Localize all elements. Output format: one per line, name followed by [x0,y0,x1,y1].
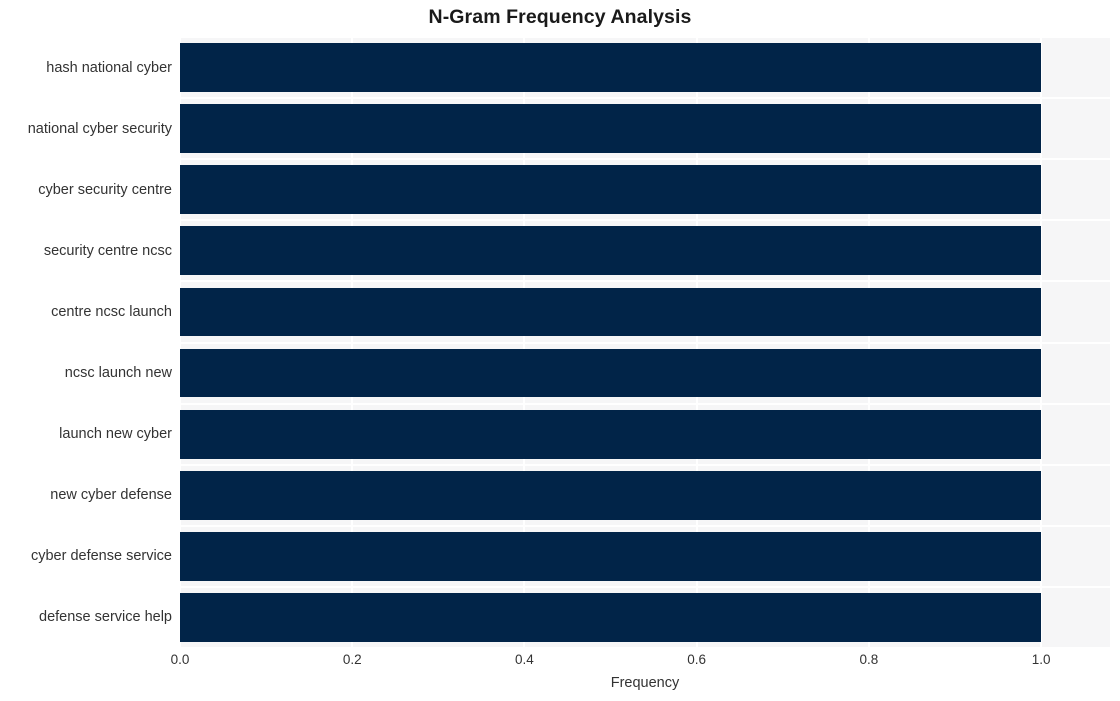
y-axis-label: centre ncsc launch [51,303,172,320]
y-axis-labels: hash national cyber national cyber securi… [0,37,172,648]
y-axis-label: security centre ncsc [43,242,172,259]
y-gridline [180,219,1110,222]
y-axis-label: new cyber defense [50,487,172,504]
y-gridline [180,341,1110,344]
x-tick-label: 0.0 [170,652,190,667]
x-tick-label: 0.8 [859,652,879,667]
bar [180,593,1042,642]
bar [180,43,1042,92]
y-gridline [180,463,1110,466]
x-tick-label: 0.2 [342,652,362,667]
y-axis-label: cyber security centre [38,181,172,198]
y-gridline [180,524,1110,527]
chart-figure: N-Gram Frequency Analysis hash national … [0,0,1120,701]
bar [180,348,1042,398]
y-gridline [180,585,1110,588]
y-gridline [180,97,1110,100]
x-tick-label: 0.4 [515,652,534,667]
y-axis-label: launch new cyber [59,426,172,443]
y-axis-label: ncsc launch new [64,365,172,382]
x-axis-title: Frequency [610,675,680,691]
bar [180,470,1042,520]
y-gridline [180,402,1110,405]
plot-area [180,37,1110,648]
y-axis-label: defense service help [39,609,172,626]
y-gridline [180,158,1110,161]
x-tick-label: 1.0 [1031,652,1051,667]
bar [180,409,1042,459]
bar [180,531,1042,581]
bar [180,104,1042,154]
bar [180,165,1042,215]
chart-title: N-Gram Frequency Analysis [428,6,692,28]
x-tick-label: 0.6 [687,652,707,667]
y-axis-label: cyber defense service [30,548,172,565]
y-axis-label: national cyber security [27,120,172,137]
y-axis-label: hash national cyber [46,59,172,76]
y-gridline [180,647,1110,648]
bar [180,226,1042,276]
x-axis-tick-labels: 0.0 0.2 0.4 0.6 0.8 1.0 [0,652,1120,672]
bar [180,287,1042,337]
y-gridline [180,280,1110,283]
y-gridline [180,37,1110,38]
